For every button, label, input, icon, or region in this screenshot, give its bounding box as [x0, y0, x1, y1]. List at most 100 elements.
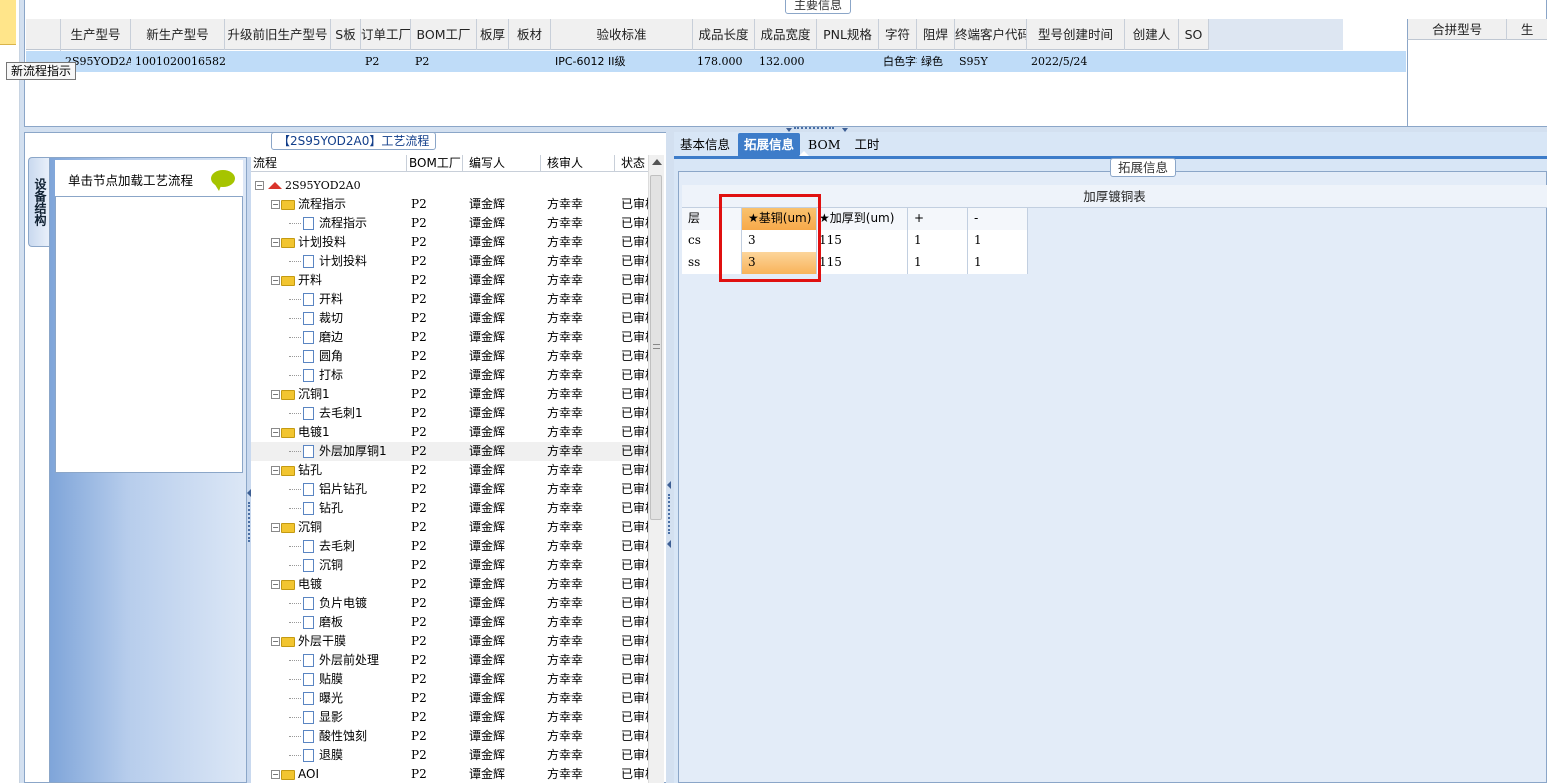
tree-node[interactable]: − 电镀 — [251, 575, 407, 594]
tree-node[interactable]: 铝片钻孔 — [251, 480, 407, 499]
scroll-up-icon[interactable] — [652, 159, 662, 165]
tree-row[interactable]: 裁切 P2 谭金辉 方幸幸 已审核 — [251, 309, 648, 328]
tree-row[interactable]: 外层加厚铜1 P2 谭金辉 方幸幸 已审核 — [251, 442, 648, 461]
col-thicken-to[interactable]: ★加厚到(um) — [817, 208, 908, 230]
main-col-header[interactable]: 型号创建时间 — [1027, 19, 1125, 50]
main-cell[interactable] — [817, 51, 879, 72]
main-cell[interactable]: P2 — [361, 51, 411, 72]
tree-row[interactable]: 磨板 P2 谭金辉 方幸幸 已审核 — [251, 613, 648, 632]
main-cell[interactable]: P2 — [411, 51, 477, 72]
tree-row[interactable]: 磨边 P2 谭金辉 方幸幸 已审核 — [251, 328, 648, 347]
tree-node[interactable]: 钻孔 — [251, 499, 407, 518]
tree-node[interactable]: 沉铜 — [251, 556, 407, 575]
tree-row[interactable]: 钻孔 P2 谭金辉 方幸幸 已审核 — [251, 499, 648, 518]
main-col-header[interactable]: BOM工厂 — [411, 19, 477, 50]
main-col-header[interactable]: 成品长度 — [693, 19, 755, 50]
main-col-header[interactable]: 生产型号 — [61, 19, 131, 50]
main-cell[interactable] — [509, 51, 551, 72]
main-grid-row[interactable]: 2S95YOD2A010010200165824P2P2IPC-6012 II级… — [26, 51, 1406, 72]
tree-row[interactable]: 曝光 P2 谭金辉 方幸幸 已审核 — [251, 689, 648, 708]
main-cell[interactable]: 10010200165824 — [131, 51, 225, 72]
main-cell[interactable]: 178.000 — [693, 51, 755, 72]
main-cell[interactable] — [331, 51, 361, 72]
tree-node[interactable]: 退膜 — [251, 746, 407, 765]
tree-row[interactable]: − 计划投料 P2 谭金辉 方幸幸 已审核 — [251, 233, 648, 252]
collapse-left-icon[interactable] — [667, 481, 671, 489]
tree-row[interactable]: − 电镀 P2 谭金辉 方幸幸 已审核 — [251, 575, 648, 594]
main-col-header[interactable]: S板 — [331, 19, 361, 50]
tree-row[interactable]: − 开料 P2 谭金辉 方幸幸 已审核 — [251, 271, 648, 290]
tree-node[interactable]: 裁切 — [251, 309, 407, 328]
tree-col-status[interactable]: 状态 — [615, 155, 648, 172]
tree-col-writer[interactable]: 编写人 — [463, 155, 541, 172]
tree-node[interactable]: − 电镀1 — [251, 423, 407, 442]
tree-node[interactable]: − 钻孔 — [251, 461, 407, 480]
collapse-icon[interactable]: − — [271, 770, 280, 779]
main-col-header[interactable]: SO — [1179, 19, 1209, 50]
main-cell[interactable] — [477, 51, 509, 72]
cell-minus[interactable]: 1 — [968, 230, 1028, 252]
tree-row[interactable]: 退膜 P2 谭金辉 方幸幸 已审核 — [251, 746, 648, 765]
tree-node[interactable]: 外层前处理 — [251, 651, 407, 670]
main-col-header[interactable]: 板材 — [509, 19, 551, 50]
collapse-icon[interactable]: − — [271, 580, 280, 589]
collapse-icon[interactable]: − — [271, 200, 280, 209]
main-cell[interactable]: 2022/5/24 — [1027, 51, 1125, 72]
merge-col-header[interactable]: 合拼型号 — [1408, 19, 1508, 40]
collapse-icon[interactable]: − — [271, 428, 280, 437]
tree-node[interactable]: − AOI — [251, 765, 407, 783]
cell-thicken-to[interactable]: 115 — [817, 230, 908, 252]
main-col-header[interactable]: 创建人 — [1125, 19, 1179, 50]
collapse-icon[interactable]: − — [271, 390, 280, 399]
main-col-header[interactable]: 升级前旧生产型号 — [225, 19, 331, 50]
cell-thicken-to[interactable]: 115 — [817, 252, 908, 274]
tree-row[interactable]: − AOI P2 谭金辉 方幸幸 已审核 — [251, 765, 648, 783]
collapse-icon[interactable]: − — [271, 637, 280, 646]
cell-plus[interactable]: 1 — [908, 252, 968, 274]
main-col-header[interactable]: PNL规格 — [817, 19, 879, 50]
tree-row[interactable]: 圆角 P2 谭金辉 方幸幸 已审核 — [251, 347, 648, 366]
tree-row[interactable]: 贴膜 P2 谭金辉 方幸幸 已审核 — [251, 670, 648, 689]
tab-work-hours[interactable]: 工时 — [849, 133, 886, 157]
main-cell[interactable]: IPC-6012 II级 — [551, 51, 693, 72]
tree-row[interactable]: 开料 P2 谭金辉 方幸幸 已审核 — [251, 290, 648, 309]
collapse-icon[interactable]: − — [271, 466, 280, 475]
tree-row[interactable]: − 电镀1 P2 谭金辉 方幸幸 已审核 — [251, 423, 648, 442]
tab-extended-info[interactable]: 拓展信息 — [738, 133, 801, 157]
tree-row[interactable]: 沉铜 P2 谭金辉 方幸幸 已审核 — [251, 556, 648, 575]
tree-node[interactable]: 去毛刺 — [251, 537, 407, 556]
tree-row[interactable]: 酸性蚀刻 P2 谭金辉 方幸幸 已审核 — [251, 727, 648, 746]
tree-row[interactable]: 计划投料 P2 谭金辉 方幸幸 已审核 — [251, 252, 648, 271]
tree-row[interactable]: 显影 P2 谭金辉 方幸幸 已审核 — [251, 708, 648, 727]
tree-col-bom[interactable]: BOM工厂 — [407, 155, 463, 172]
tree-row[interactable]: 负片电镀 P2 谭金辉 方幸幸 已审核 — [251, 594, 648, 613]
collapse-left-icon[interactable] — [667, 540, 671, 548]
merge-col-header[interactable]: 生 — [1507, 19, 1547, 40]
tab-basic-info[interactable]: 基本信息 — [674, 133, 736, 157]
collapse-icon[interactable]: − — [271, 276, 280, 285]
col-minus[interactable]: - — [968, 208, 1028, 230]
tree-node[interactable]: 打标 — [251, 366, 407, 385]
tree-node[interactable]: 磨边 — [251, 328, 407, 347]
tree-node[interactable]: 酸性蚀刻 — [251, 727, 407, 746]
main-cell[interactable]: 绿色 — [917, 51, 955, 72]
tree-node[interactable]: 磨板 — [251, 613, 407, 632]
tree-node[interactable]: 负片电镀 — [251, 594, 407, 613]
main-cell[interactable] — [1179, 51, 1209, 72]
main-cell[interactable]: 132.000 — [755, 51, 817, 72]
main-cell[interactable]: 白色字符 — [879, 51, 917, 72]
main-col-header[interactable]: 板厚 — [477, 19, 509, 50]
main-cell[interactable] — [1125, 51, 1179, 72]
tree-row[interactable]: − 外层干膜 P2 谭金辉 方幸幸 已审核 — [251, 632, 648, 651]
device-structure-tab[interactable]: 设备结构 — [28, 157, 49, 247]
main-cell[interactable]: S95Y — [955, 51, 1027, 72]
tree-node[interactable]: 流程指示 — [251, 214, 407, 233]
main-col-header[interactable]: 新生产型号 — [131, 19, 225, 50]
main-col-header[interactable]: 终端客户代码 — [955, 19, 1027, 50]
vertical-splitter[interactable] — [666, 132, 674, 783]
main-col-header[interactable]: 订单工厂 — [361, 19, 411, 50]
tree-row[interactable]: 铝片钻孔 P2 谭金辉 方幸幸 已审核 — [251, 480, 648, 499]
tree-row[interactable]: − 沉铜 P2 谭金辉 方幸幸 已审核 — [251, 518, 648, 537]
main-col-header[interactable]: 验收标准 — [551, 19, 693, 50]
tree-node[interactable]: 圆角 — [251, 347, 407, 366]
